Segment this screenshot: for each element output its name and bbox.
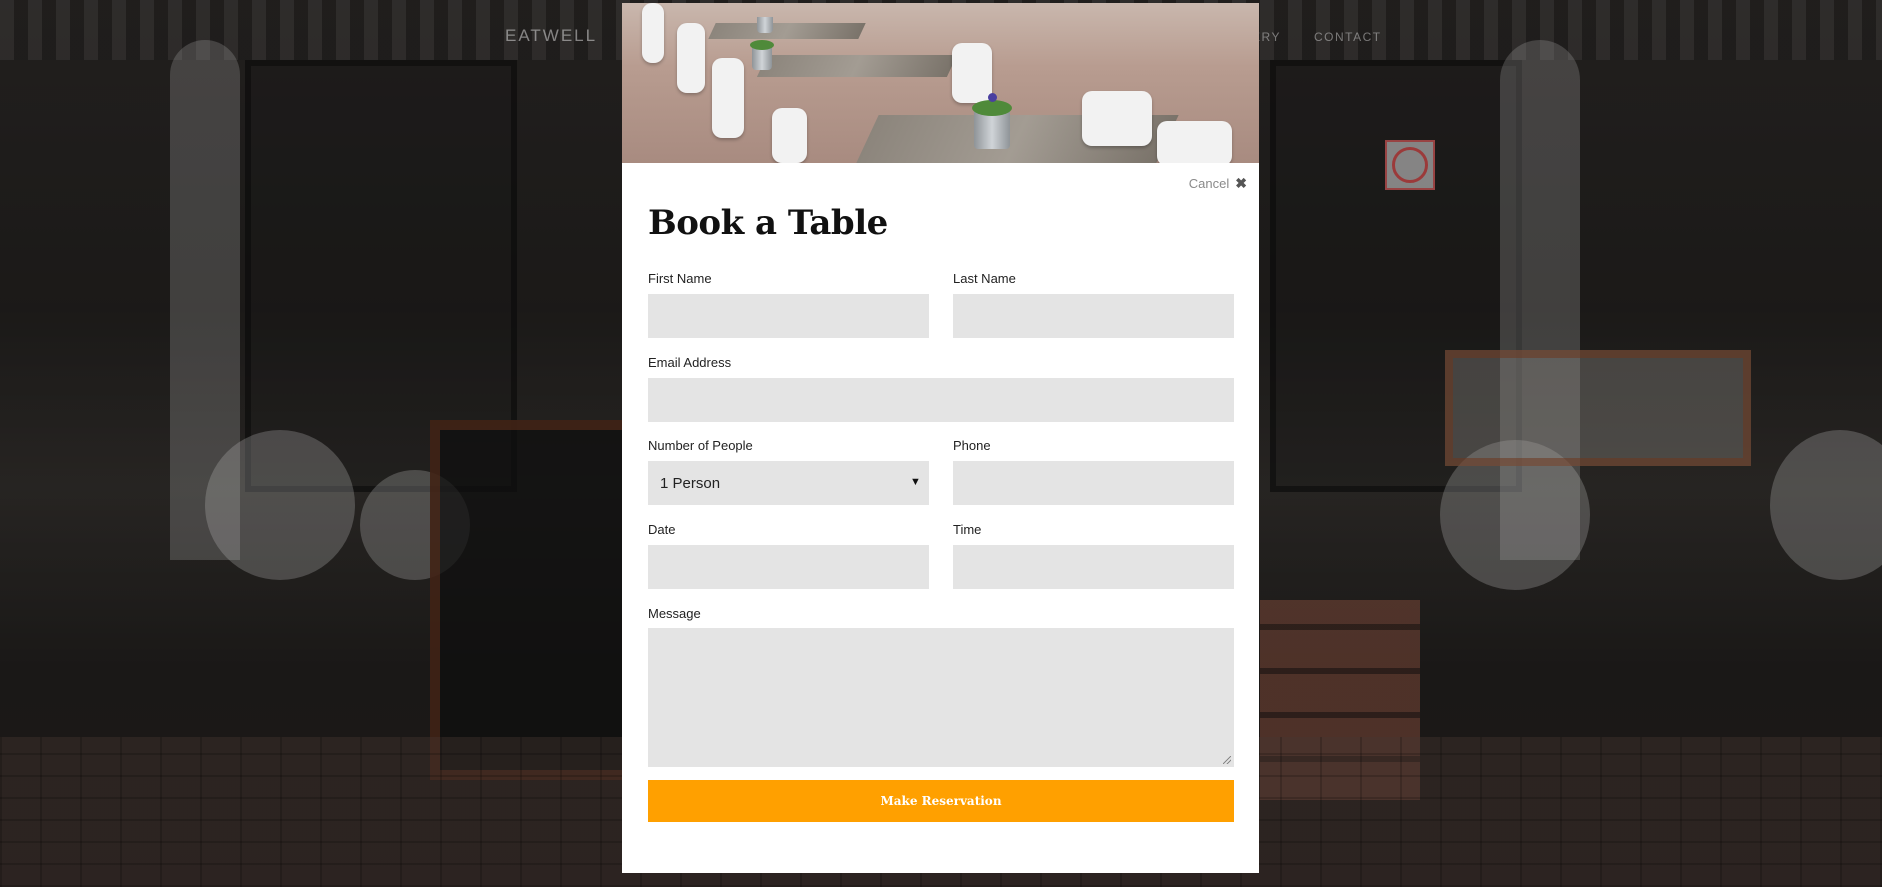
time-input[interactable] — [953, 545, 1234, 589]
nav-brand[interactable]: EATWELL — [505, 26, 597, 46]
time-label: Time — [953, 522, 982, 537]
make-reservation-button[interactable]: Make Reservation — [648, 780, 1234, 822]
people-select[interactable]: 1 Person — [648, 461, 929, 505]
first-name-input[interactable] — [648, 294, 929, 338]
first-name-label: First Name — [648, 271, 712, 286]
date-input[interactable] — [648, 545, 929, 589]
modal-title: Book a Table — [648, 203, 888, 243]
cancel-label: Cancel — [1188, 176, 1230, 191]
date-label: Date — [648, 522, 676, 537]
last-name-label: Last Name — [953, 271, 1016, 286]
email-label: Email Address — [648, 355, 732, 370]
background-globe — [205, 430, 355, 580]
people-label: Number of People — [648, 438, 753, 453]
header-photo — [622, 3, 1259, 163]
cancel-button[interactable]: Cancel ✖ — [1189, 175, 1247, 192]
last-name-input[interactable] — [953, 294, 1234, 338]
resize-handle[interactable] — [1223, 756, 1231, 764]
phone-input[interactable] — [953, 461, 1234, 505]
close-icon[interactable]: ✖ — [1235, 175, 1247, 192]
email-input[interactable] — [648, 378, 1234, 422]
message-label: Message — [648, 606, 701, 621]
no-smoking-sign — [1385, 140, 1435, 190]
nav-link-contact[interactable]: CONTACT — [1314, 30, 1382, 44]
phone-label: Phone — [953, 438, 991, 453]
message-textarea[interactable] — [648, 628, 1234, 767]
background-menu-stand — [1445, 350, 1751, 466]
background-chalkboard — [430, 420, 640, 780]
booking-modal: Cancel ✖ Book a Table First Name Last Na… — [622, 3, 1259, 873]
